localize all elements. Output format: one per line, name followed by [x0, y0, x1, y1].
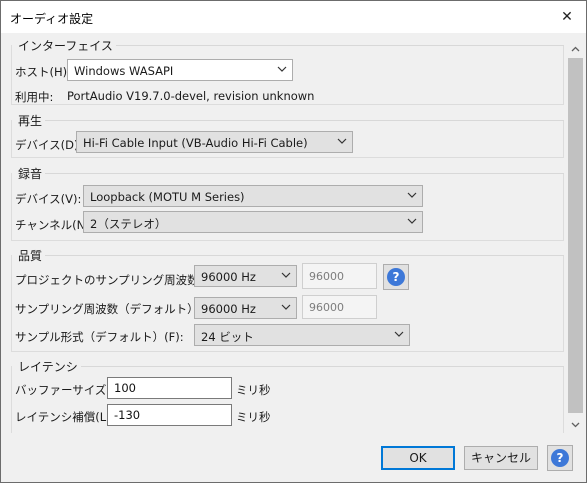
vertical-scrollbar[interactable]	[567, 41, 584, 433]
buffer-size-input[interactable]	[107, 377, 232, 399]
project-rate-custom-field[interactable]: 96000	[302, 263, 377, 289]
buffer-unit-label: ミリ秒	[236, 383, 271, 397]
scroll-up-arrow-icon[interactable]	[567, 41, 584, 58]
project-rate-label: プロジェクトのサンプリング周波数 (P):	[15, 273, 223, 287]
compensation-unit-label: ミリ秒	[236, 410, 271, 424]
project-rate-dropdown[interactable]: 96000 Hz	[194, 265, 297, 287]
dialog-footer: OK キャンセル ?	[1, 433, 586, 482]
project-rate-value: 96000 Hz	[201, 270, 256, 284]
default-rate-label: サンプリング周波数（デフォルト）(E):	[15, 302, 219, 316]
recording-section-label: 録音	[18, 165, 46, 182]
title-bar: オーディオ設定 ✕	[1, 1, 586, 33]
chevron-down-icon	[280, 301, 292, 313]
chevron-down-icon	[276, 63, 288, 75]
default-rate-value: 96000 Hz	[201, 302, 256, 316]
recording-device-label: デバイス(V):	[15, 192, 82, 206]
host-label: ホスト(H):	[15, 65, 71, 79]
latency-compensation-label: レイテンシ補償(L):	[15, 410, 115, 424]
audio-settings-dialog: オーディオ設定 ✕ インターフェイス ホスト(H): Windows WASAP…	[0, 0, 587, 483]
channels-value: 2（ステレオ）	[90, 217, 167, 231]
chevron-down-icon	[336, 135, 348, 147]
playback-device-value: Hi-Fi Cable Input (VB-Audio Hi-Fi Cable)	[83, 136, 308, 150]
host-value: Windows WASAPI	[74, 64, 174, 78]
chevron-down-icon	[406, 215, 418, 227]
host-dropdown[interactable]: Windows WASAPI	[67, 59, 293, 81]
scrollbar-thumb[interactable]	[568, 58, 583, 413]
default-rate-dropdown[interactable]: 96000 Hz	[194, 297, 297, 319]
latency-compensation-input[interactable]	[107, 404, 232, 426]
chevron-down-icon	[406, 189, 418, 201]
cancel-button[interactable]: キャンセル	[464, 446, 538, 470]
help-icon: ?	[551, 449, 569, 467]
ok-button[interactable]: OK	[381, 446, 455, 470]
playback-device-label: デバイス(D):	[15, 138, 83, 152]
recording-device-dropdown[interactable]: Loopback (MOTU M Series)	[83, 185, 423, 207]
dialog-help-button[interactable]: ?	[547, 445, 573, 471]
window-title: オーディオ設定	[10, 12, 94, 26]
playback-group: 再生 デバイス(D): Hi-Fi Cable Input (VB-Audio …	[11, 112, 564, 158]
close-icon[interactable]: ✕	[558, 8, 576, 26]
project-rate-help-button[interactable]: ?	[383, 264, 409, 290]
playback-section-label: 再生	[18, 112, 46, 129]
sample-format-value: 24 ビット	[201, 330, 254, 344]
recording-device-value: Loopback (MOTU M Series)	[90, 190, 245, 204]
channels-label: チャンネル(N):	[15, 218, 94, 232]
quality-section-label: 品質	[18, 247, 46, 264]
help-icon: ?	[387, 268, 405, 286]
recording-group: 録音 デバイス(V): Loopback (MOTU M Series) チャン…	[11, 165, 564, 241]
quality-group: 品質 プロジェクトのサンプリング周波数 (P): 96000 Hz 96000 …	[11, 247, 564, 352]
playback-device-dropdown[interactable]: Hi-Fi Cable Input (VB-Audio Hi-Fi Cable)	[76, 131, 353, 153]
using-value: PortAudio V19.7.0-devel, revision unknow…	[67, 89, 315, 103]
default-rate-custom-field[interactable]: 96000	[302, 295, 377, 319]
channels-dropdown[interactable]: 2（ステレオ）	[83, 211, 423, 233]
chevron-down-icon	[280, 269, 292, 281]
latency-section-label: レイテンシ	[18, 358, 81, 375]
using-label: 利用中:	[15, 90, 54, 104]
settings-panel: インターフェイス ホスト(H): Windows WASAPI 利用中: Por…	[6, 33, 566, 433]
interface-group: インターフェイス ホスト(H): Windows WASAPI 利用中: Por…	[11, 37, 564, 105]
scroll-down-arrow-icon[interactable]	[567, 416, 584, 433]
sample-format-dropdown[interactable]: 24 ビット	[194, 324, 410, 346]
interface-section-label: インターフェイス	[18, 37, 116, 54]
chevron-down-icon	[393, 328, 405, 340]
sample-format-label: サンプル形式（デフォルト）(F):	[15, 330, 184, 344]
latency-group: レイテンシ バッファーサイズ(B): ミリ秒 レイテンシ補償(L): ミリ秒	[11, 358, 564, 433]
